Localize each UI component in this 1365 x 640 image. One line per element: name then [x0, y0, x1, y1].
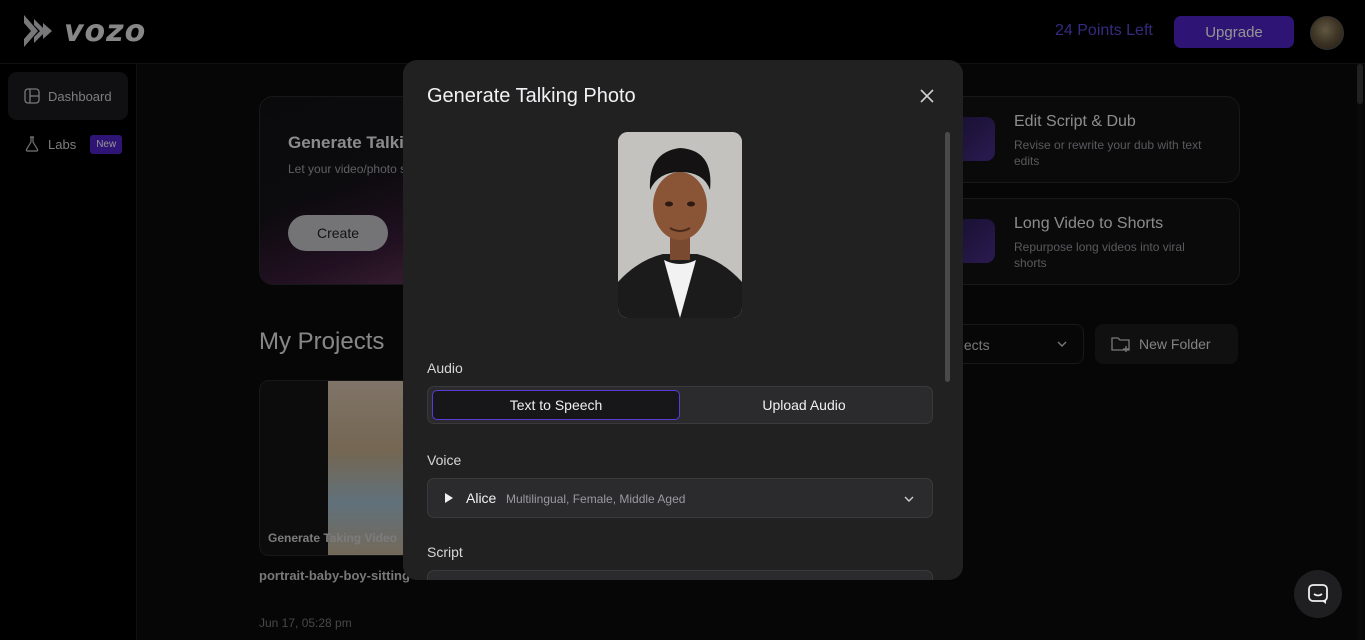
voice-name: Alice [466, 490, 497, 506]
chevron-down-icon [904, 496, 914, 502]
script-input[interactable] [427, 570, 933, 580]
audio-label: Audio [427, 360, 463, 376]
generate-talking-photo-modal: Generate Talking Photo Audio Text to Spe… [403, 60, 963, 580]
modal-title: Generate Talking Photo [427, 85, 636, 107]
uploaded-photo[interactable] [618, 132, 742, 318]
text-to-speech-option[interactable]: Text to Speech [432, 390, 680, 420]
upload-audio-option[interactable]: Upload Audio [680, 390, 928, 420]
close-button[interactable] [915, 84, 939, 108]
portrait-image [618, 132, 742, 318]
modal-scrollbar-thumb[interactable] [945, 132, 950, 382]
chat-icon [1308, 584, 1328, 604]
voice-select[interactable]: Alice Multilingual, Female, Middle Aged [427, 478, 933, 518]
audio-mode-toggle: Text to Speech Upload Audio [427, 386, 933, 424]
script-label: Script [427, 544, 463, 560]
voice-label: Voice [427, 452, 462, 468]
chat-support-button[interactable] [1294, 570, 1342, 618]
play-icon[interactable] [444, 492, 454, 504]
voice-description: Multilingual, Female, Middle Aged [506, 492, 686, 506]
close-icon [920, 89, 934, 103]
